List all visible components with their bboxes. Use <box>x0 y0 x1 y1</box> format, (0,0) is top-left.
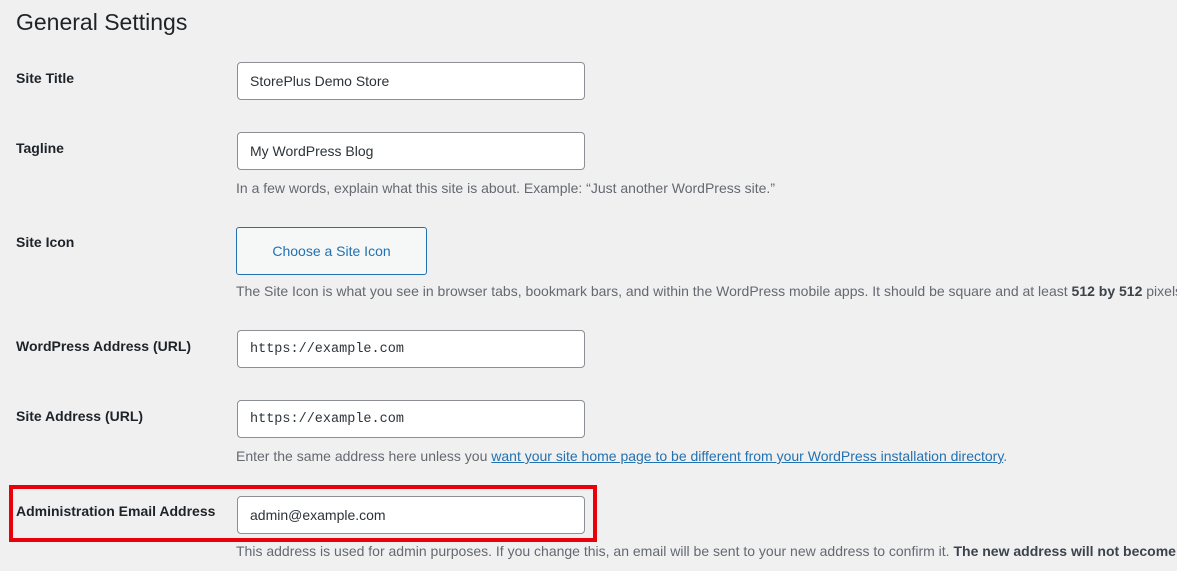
page-title: General Settings <box>16 9 188 35</box>
site-address-description-text: Enter the same address here unless you <box>236 448 488 464</box>
tagline-input[interactable] <box>237 132 585 170</box>
site-icon-description-text: The Site Icon is what you see in browser… <box>236 283 1068 299</box>
site-title-input[interactable] <box>237 62 585 100</box>
choose-site-icon-button[interactable]: Choose a Site Icon <box>236 227 427 275</box>
site-title-label: Site Title <box>16 70 75 86</box>
site-icon-size-height: 512 <box>1119 283 1143 299</box>
admin-email-description-text: This address is used for admin purposes.… <box>236 543 950 559</box>
wordpress-address-input[interactable] <box>237 330 585 368</box>
admin-email-description: This address is used for admin purposes.… <box>236 542 1177 560</box>
admin-email-description-bold: The new address will not become ac <box>953 543 1177 559</box>
site-address-label: Site Address (URL) <box>16 408 144 424</box>
site-icon-size-width: 512 <box>1071 283 1095 299</box>
site-address-help-link[interactable]: want your site home page to be different… <box>491 448 1003 464</box>
site-address-input[interactable] <box>237 400 585 438</box>
site-icon-description: The Site Icon is what you see in browser… <box>236 282 1177 300</box>
tagline-description: In a few words, explain what this site i… <box>236 180 775 196</box>
tagline-label: Tagline <box>16 140 64 156</box>
site-icon-size-by: by <box>1098 283 1116 299</box>
site-address-description: Enter the same address here unless you w… <box>236 447 1007 465</box>
admin-email-label: Administration Email Address <box>16 503 216 519</box>
admin-email-input[interactable] <box>237 496 585 534</box>
wordpress-address-label: WordPress Address (URL) <box>16 338 192 354</box>
site-icon-description-suffix: pixels. <box>1146 283 1177 299</box>
site-icon-label: Site Icon <box>16 234 75 250</box>
site-address-description-suffix: . <box>1003 448 1008 464</box>
